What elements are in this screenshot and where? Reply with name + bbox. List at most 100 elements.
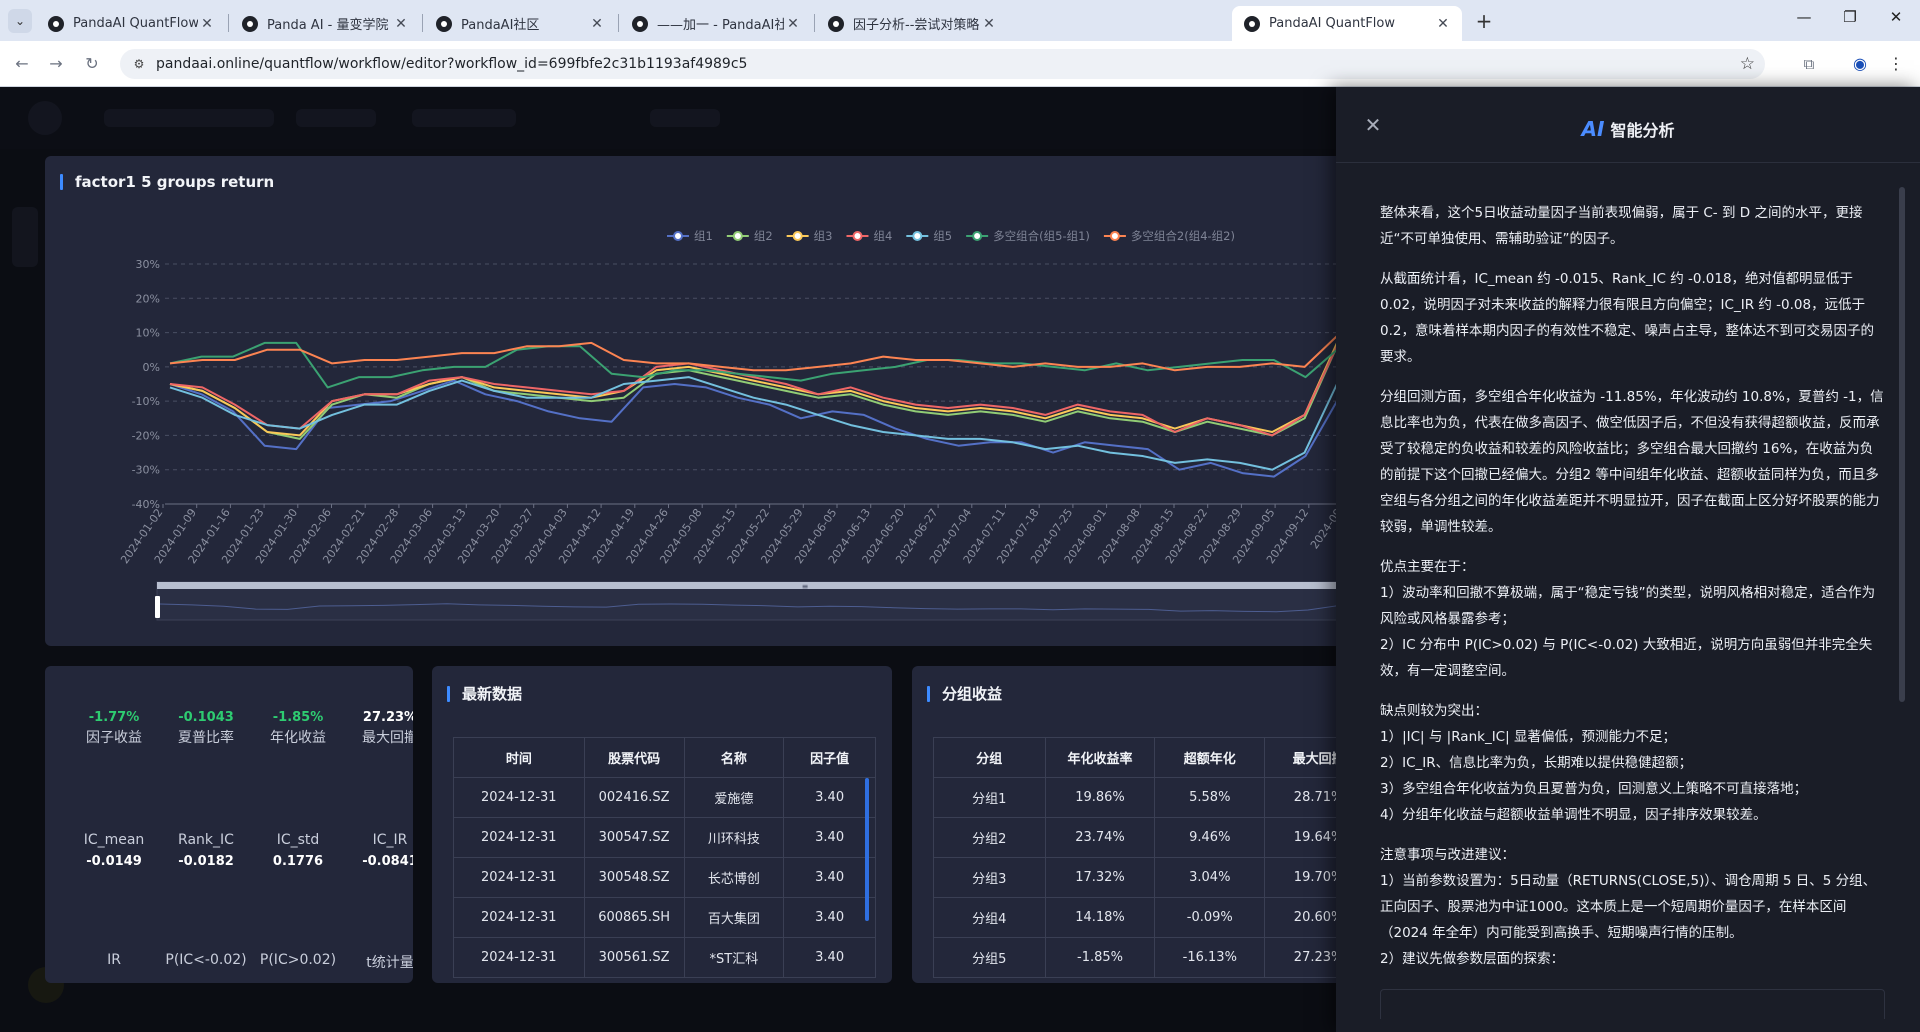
panda-favicon-icon [632,15,648,32]
table-row[interactable]: 2024-12-31 600865.SH 百大集团 3.40 [453,897,876,938]
reload-icon[interactable]: ↻ [80,52,104,76]
zoom-slider-handle[interactable] [155,596,160,618]
tab-title: 因子分析--尝试对策略进行抽丝 [853,18,980,33]
table-row[interactable]: 2024-12-31 300561.SZ *ST汇科 3.40 [453,937,876,978]
profile-icon[interactable]: ◉ [1848,52,1872,76]
restore-button[interactable]: ❐ [1830,8,1870,32]
series-line[interactable] [169,335,1338,372]
column-header[interactable]: 年化收益率 [1044,737,1156,778]
stat-label: 年化收益 [270,730,326,746]
stat-label: IR [107,952,121,968]
browser-tab-2[interactable]: Panda AI - 量变学院 ✕ [230,6,420,41]
stat-item: IC_IR -0.0841 [344,830,413,869]
zoom-slider-bar[interactable] [157,582,1345,589]
line-chart: 30%20%10%0%-10%-20%-30%-40%2024-01-02202… [118,229,1345,621]
table-cell: 分组3 [933,857,1046,898]
forward-arrow-icon[interactable]: → [44,52,68,76]
close-window-button[interactable]: ✕ [1876,8,1916,32]
legend-marker [792,231,803,241]
y-tick-label: 0% [143,361,160,374]
title-accent-bar [447,685,450,702]
site-info-icon[interactable]: ⚙ [130,55,148,73]
column-header[interactable]: 超额年化 [1154,737,1266,778]
url-text[interactable]: pandaai.online/quantflow/workflow/editor… [156,56,747,72]
series-line[interactable] [169,345,1338,437]
legend-label: 组3 [814,229,833,243]
legend-item[interactable]: 组3 [786,229,833,243]
stat-label: IC_std [276,832,320,848]
browser-tab-1[interactable]: PandaAI QuantFlow ✕ [36,6,226,41]
url-input[interactable]: ⚙ pandaai.online/quantflow/workflow/edit… [120,49,1765,79]
tab-close-icon[interactable]: ✕ [1434,16,1452,32]
tab-close-icon[interactable]: ✕ [198,16,216,32]
browser-tab-6-active[interactable]: PandaAI QuantFlow ✕ [1232,6,1462,41]
y-tick-label: -30% [132,464,160,477]
tab-close-icon[interactable]: ✕ [980,16,998,32]
ai-code-block-edge [1380,989,1885,1019]
column-header[interactable]: 分组 [933,737,1046,778]
latest-table-scrollbar[interactable] [865,778,869,921]
tab-close-icon[interactable]: ✕ [588,16,606,32]
legend-item[interactable]: 多空组合(组5-组1) [966,229,1090,243]
table-cell: -16.13% [1154,937,1266,978]
legend-label: 多空组合(组5-组1) [993,229,1090,243]
series-line[interactable] [169,376,1338,471]
legend-marker [1109,231,1120,241]
column-header[interactable]: 时间 [453,737,585,778]
panda-favicon-icon [1244,15,1260,32]
column-header[interactable]: 名称 [683,737,785,778]
browser-tab-3[interactable]: PandaAI社区 ✕ [424,6,616,41]
table-row[interactable]: 2024-12-31 002416.SZ 爱施德 3.40 [453,777,876,818]
cons-item: 1）|IC| 与 |Rank_IC| 显著偏低，预测能力不足； [1380,729,1676,745]
stat-item: -1.77% 因子收益 [68,710,160,747]
series-line[interactable] [169,342,1338,437]
tab-close-icon[interactable]: ✕ [392,16,410,32]
minimize-button[interactable]: — [1784,8,1824,32]
table-row[interactable]: 分组3 17.32% 3.04% 19.70% [933,857,1352,898]
column-header[interactable]: 股票代码 [583,737,685,778]
stat-label: 因子收益 [86,730,142,746]
table-row[interactable]: 分组4 14.18% -0.09% 20.60% [933,897,1352,938]
back-arrow-icon[interactable]: ← [10,52,34,76]
stat-item: Rank_IC -0.0182 [160,830,252,869]
ai-analysis-text: 整体来看，这个5日收益动量因子当前表现偏弱，属于 C- 到 D 之间的水平，更接… [1380,200,1885,990]
table-row[interactable]: 2024-12-31 300548.SZ 长芯博创 3.40 [453,857,876,898]
table-row[interactable]: 2024-12-31 300547.SZ 川环科技 3.40 [453,817,876,858]
legend-item[interactable]: 组2 [726,229,773,243]
latest-title-text: 最新数据 [462,685,523,703]
tab-title: PandaAI QuantFlow [73,16,198,31]
tab-close-icon[interactable]: ✕ [784,16,802,32]
table-row[interactable]: 分组1 19.86% 5.58% 28.71% [933,777,1352,818]
new-tab-button[interactable]: + [1470,8,1498,36]
ai-title-text: 智能分析 [1610,121,1675,140]
latest-card-title: 最新数据 [447,683,522,704]
legend-item[interactable]: 组1 [667,229,713,243]
legend-item[interactable]: 组5 [906,229,952,243]
legend-label: 组1 [694,229,713,243]
browser-tab-4[interactable]: ——加一 - PandaAI社区 ✕ [620,6,812,41]
column-header[interactable]: 因子值 [783,737,876,778]
legend-item[interactable]: 多空组合2(组4-组2) [1103,229,1235,243]
browser-tab-strip: ⌄ PandaAI QuantFlow ✕ Panda AI - 量变学院 ✕ … [0,0,1920,41]
extensions-icon[interactable]: ⧉ [1797,52,1821,76]
group-card-title: 分组收益 [927,683,1002,704]
table-cell: 14.18% [1044,897,1156,938]
table-cell: *ST汇科 [683,937,785,978]
browser-tab-5[interactable]: 因子分析--尝试对策略进行抽丝 ✕ [816,6,1008,41]
tab-separator [228,14,229,32]
zoom-slider-grip[interactable]: ≡ [802,582,809,591]
more-menu-icon[interactable]: ⋮ [1884,52,1908,76]
ai-panel-scrollbar[interactable] [1899,187,1905,702]
tab-title: ——加一 - PandaAI社区 [657,18,784,33]
stat-value: -0.0841 [362,854,413,869]
table-row[interactable]: 分组2 23.74% 9.46% 19.64% [933,817,1352,858]
table-row[interactable]: 分组5 -1.85% -16.13% 27.23% [933,937,1352,978]
legend-item[interactable]: 组4 [846,229,892,243]
table-cell: 分组1 [933,777,1046,818]
table-cell: 3.40 [783,857,876,898]
stat-value: -0.1043 [178,710,234,725]
stat-label: 夏普比率 [178,730,234,746]
bookmark-star-icon[interactable]: ☆ [1740,54,1755,74]
analysis-paragraph: 整体来看，这个5日收益动量因子当前表现偏弱，属于 C- 到 D 之间的水平，更接… [1380,205,1863,247]
tab-search-button[interactable]: ⌄ [8,9,32,33]
